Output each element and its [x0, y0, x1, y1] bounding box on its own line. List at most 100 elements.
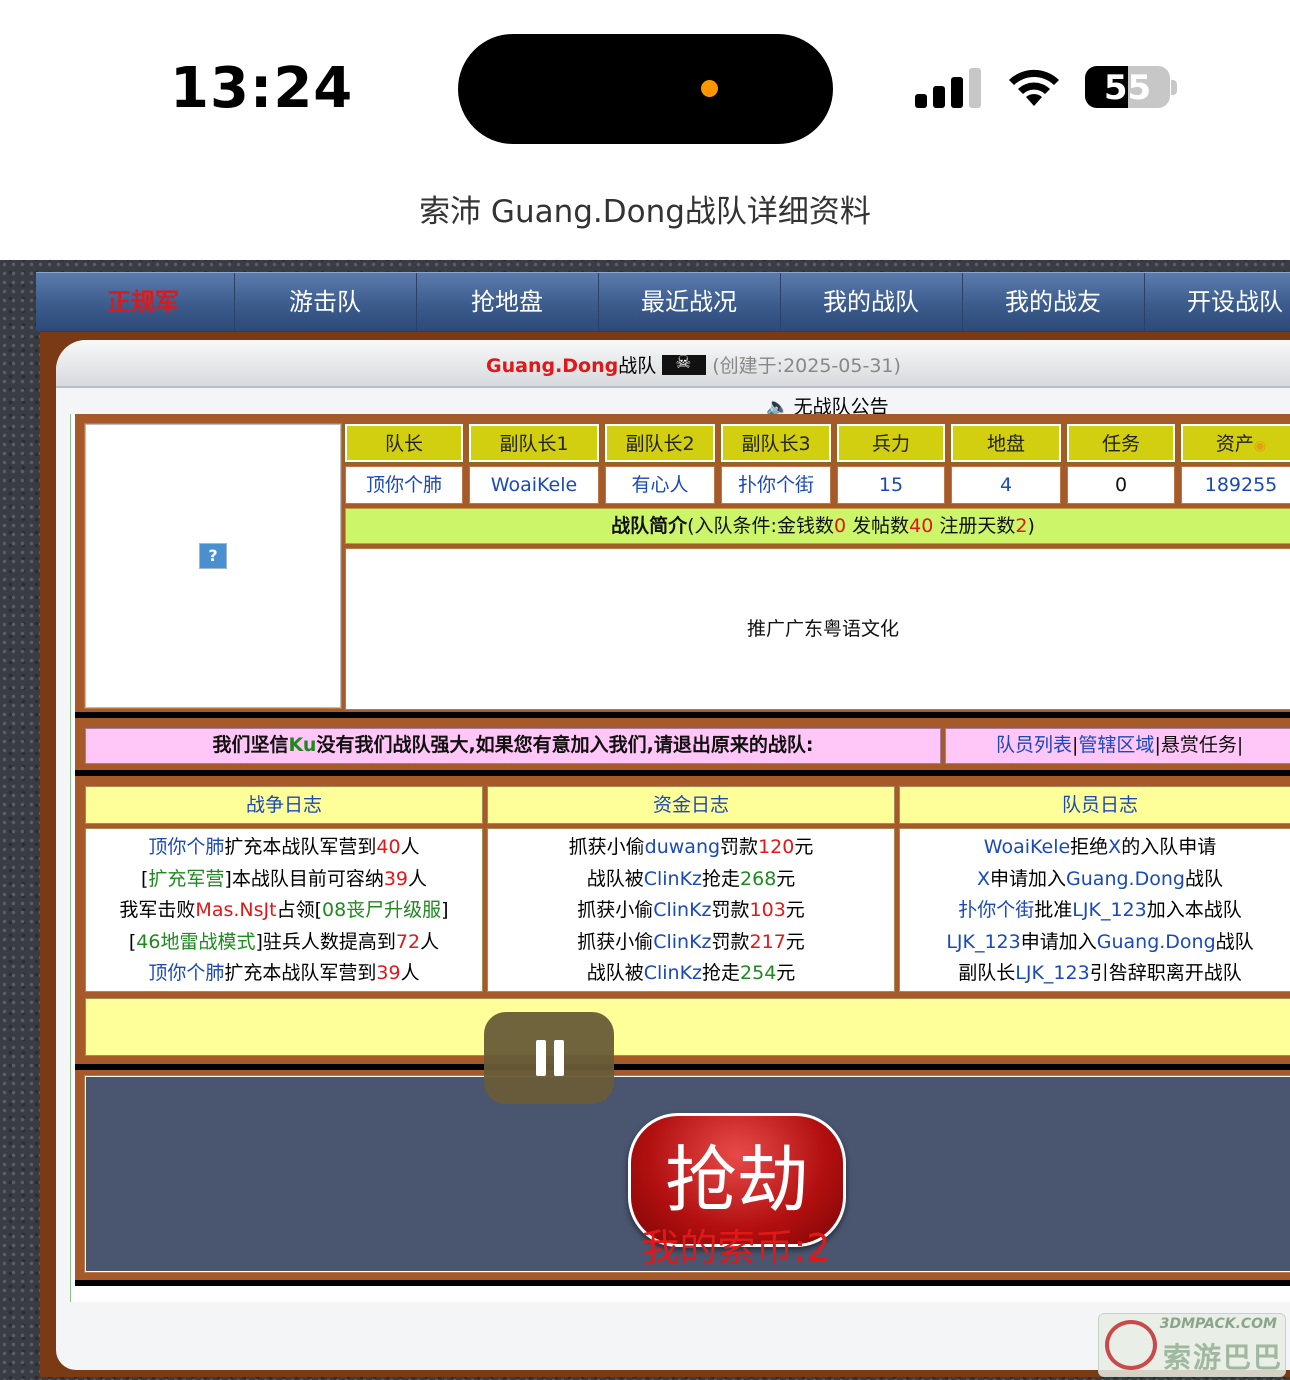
- nav-guerrilla[interactable]: 游击队: [234, 273, 417, 331]
- player-link[interactable]: duwang: [645, 836, 720, 858]
- nav-create-team[interactable]: 开设战队: [1144, 273, 1290, 331]
- list-item: 我军击败Mas.NsJt占领[08丧尸升级服]: [119, 899, 449, 921]
- player-link[interactable]: X: [977, 868, 990, 890]
- player-link[interactable]: X: [1108, 836, 1121, 858]
- header-territory: 地盘: [950, 423, 1062, 463]
- list-item: [46地雷战模式]驻兵人数提高到72人: [128, 930, 440, 953]
- vice-3-link[interactable]: 扑你个街: [721, 466, 831, 504]
- empty-yellow-row: [85, 998, 1290, 1056]
- divider: [75, 1280, 1290, 1286]
- intro-days: 2: [1015, 515, 1028, 537]
- intro-bar: 战队简介(入队条件:金钱数0 发帖数40 注册天数2): [345, 508, 1290, 544]
- list-item: 副队长LJK_123引咎辞职离开战队: [958, 962, 1242, 984]
- page-title: 索沛 Guang.Dong战队详细资料: [419, 194, 871, 230]
- captain-link[interactable]: 顶你个肺: [345, 466, 463, 504]
- logs-section: 战争日志 资金日志 队员日志 顶你个肺扩充本战队军营到40人 [扩充军营]本战队…: [75, 776, 1290, 1068]
- slogan-post: 没有我们战队强大,如果您有意加入我们,请退出原来的战队:: [316, 734, 814, 756]
- troops-value[interactable]: 15: [837, 466, 945, 504]
- list-item: 战队被ClinKz抢走268元: [586, 867, 796, 890]
- list-item: X申请加入Guang.Dong战队: [977, 867, 1223, 890]
- pirate-flag-icon: [662, 352, 707, 375]
- content-frame: Guang.Dong战队(创建于:2025-05-31) 🔈无战队公告 ? 队长…: [40, 332, 1290, 1377]
- nav-regular-army[interactable]: 正规军: [52, 273, 235, 331]
- rob-area: 抢劫 我的索币:2: [84, 1075, 1290, 1273]
- wifi-icon: [1009, 69, 1059, 106]
- slogan-section: 我们坚信Ku没有我们战队强大,如果您有意加入我们,请退出原来的战队: 队员列表|…: [75, 720, 1290, 776]
- player-link[interactable]: 顶你个肺: [148, 836, 224, 858]
- cellular-signal-icon: [915, 66, 985, 108]
- player-link[interactable]: LJK_123: [1015, 962, 1089, 984]
- intro-label: 战队简介: [611, 515, 688, 537]
- pause-button[interactable]: [484, 1012, 614, 1104]
- status-bar: 13:24 55 索沛 Guang.Dong战队详细资料: [0, 0, 1290, 230]
- list-item: 抓获小偷ClinKz罚款103元: [577, 899, 805, 921]
- vice-2-link[interactable]: 有心人: [605, 466, 715, 504]
- war-log: 顶你个肺扩充本战队军营到40人 [扩充军营]本战队目前可容纳39人 我军击败Ma…: [85, 828, 483, 992]
- nav-my-friends[interactable]: 我的战友: [962, 273, 1145, 331]
- web-content: 正规军 游击队 抢地盘 最近战况 我的战队 我的战友 开设战队 Guang.Do…: [0, 260, 1290, 1380]
- war-log-title[interactable]: 战争日志: [85, 786, 483, 824]
- intro-days-label: 注册天数: [933, 515, 1016, 537]
- team-avatar: ?: [84, 423, 342, 709]
- team-name: Guang.Dong: [486, 355, 619, 377]
- team-link[interactable]: Guang.Dong: [1097, 931, 1216, 953]
- player-link[interactable]: ClinKz: [644, 868, 702, 890]
- player-link[interactable]: WoaiKele: [984, 836, 1070, 858]
- team-link[interactable]: Guang.Dong: [1066, 868, 1185, 890]
- list-item: 顶你个肺扩充本战队军营到40人: [148, 836, 420, 858]
- recording-indicator-icon: [701, 80, 718, 97]
- player-link[interactable]: 顶你个肺: [148, 962, 224, 984]
- header-vice-1: 副队长1: [468, 423, 600, 463]
- members-link[interactable]: 队员列表: [996, 734, 1072, 756]
- list-item: [扩充军营]本战队目前可容纳39人: [140, 867, 428, 890]
- team-title: Guang.Dong战队 (创建于:2025-05-31): [486, 351, 901, 378]
- list-item: WoaiKele拒绝X的入队申请: [983, 836, 1217, 858]
- area-link[interactable]: 扩充军营: [148, 868, 224, 890]
- coin-icon: ◉: [1253, 438, 1267, 454]
- my-coins: 我的索币:2: [641, 1226, 831, 1270]
- money-log: 抓获小偷duwang罚款120元 战队被ClinKz抢走268元 抓获小偷Cli…: [487, 828, 895, 992]
- player-link[interactable]: 扑你个街: [958, 899, 1034, 921]
- header-troops: 兵力: [836, 423, 946, 463]
- intro-money: 0: [833, 515, 847, 537]
- territory-value[interactable]: 4: [951, 466, 1061, 504]
- battery-level: 55: [1103, 68, 1152, 108]
- tasks-value: 0: [1067, 466, 1175, 504]
- area-link[interactable]: 管辖区域: [1078, 734, 1154, 756]
- player-link[interactable]: ClinKz: [653, 899, 711, 921]
- vice-1-link[interactable]: WoaiKele: [469, 466, 599, 504]
- assets-value[interactable]: 189255: [1181, 466, 1290, 504]
- team-suffix: 战队: [618, 355, 657, 377]
- header-assets: 资产◉: [1180, 423, 1290, 463]
- area-link[interactable]: 08丧尸升级服: [322, 899, 441, 921]
- status-time: 13:24: [170, 56, 354, 121]
- divider: [75, 712, 1290, 718]
- nav-my-team[interactable]: 我的战队: [780, 273, 963, 331]
- area-link[interactable]: 46地雷战模式: [136, 931, 255, 953]
- slogan-pre: 我们坚信: [212, 734, 289, 756]
- created-date: (创建于:2025-05-31): [712, 355, 901, 377]
- watermark-logo: 3DMPACK.COM 索游巴巴: [1098, 1313, 1286, 1377]
- player-link[interactable]: ClinKz: [653, 931, 711, 953]
- player-link[interactable]: LJK_123: [946, 931, 1020, 953]
- intro-text: 推广广东粤语文化: [345, 548, 1290, 710]
- intro-posts-label: 发帖数: [846, 515, 910, 537]
- team-panel: Guang.Dong战队(创建于:2025-05-31) 🔈无战队公告 ? 队长…: [56, 340, 1290, 1370]
- list-item: 扑你个街批准LJK_123加入本战队: [958, 899, 1242, 921]
- dynamic-island: [458, 34, 833, 144]
- player-link[interactable]: LJK_123: [1072, 899, 1146, 921]
- member-log-title[interactable]: 队员日志: [899, 786, 1290, 824]
- intro-cond: (入队条件:金钱数: [687, 515, 834, 537]
- header-vice-3: 副队长3: [720, 423, 832, 463]
- player-link[interactable]: Mas.NsJt: [195, 899, 276, 921]
- nav-grab-territory[interactable]: 抢地盘: [416, 273, 599, 331]
- money-log-title[interactable]: 资金日志: [487, 786, 895, 824]
- team-links: 队员列表|管辖区域|悬赏任务|: [945, 728, 1290, 764]
- bounty-link[interactable]: 悬赏任务: [1161, 734, 1237, 756]
- player-link[interactable]: ClinKz: [644, 962, 702, 984]
- nav-recent-battles[interactable]: 最近战况: [598, 273, 781, 331]
- header-tasks: 任务: [1066, 423, 1176, 463]
- info-section: ? 队长 副队长1 副队长2 副队长3 兵力 地盘 任务 资产◉ 顶你个肺 Wo…: [75, 414, 1290, 720]
- team-details: ? 队长 副队长1 副队长2 副队长3 兵力 地盘 任务 资产◉ 顶你个肺 Wo…: [70, 414, 1290, 1302]
- intro-close: ): [1027, 515, 1035, 537]
